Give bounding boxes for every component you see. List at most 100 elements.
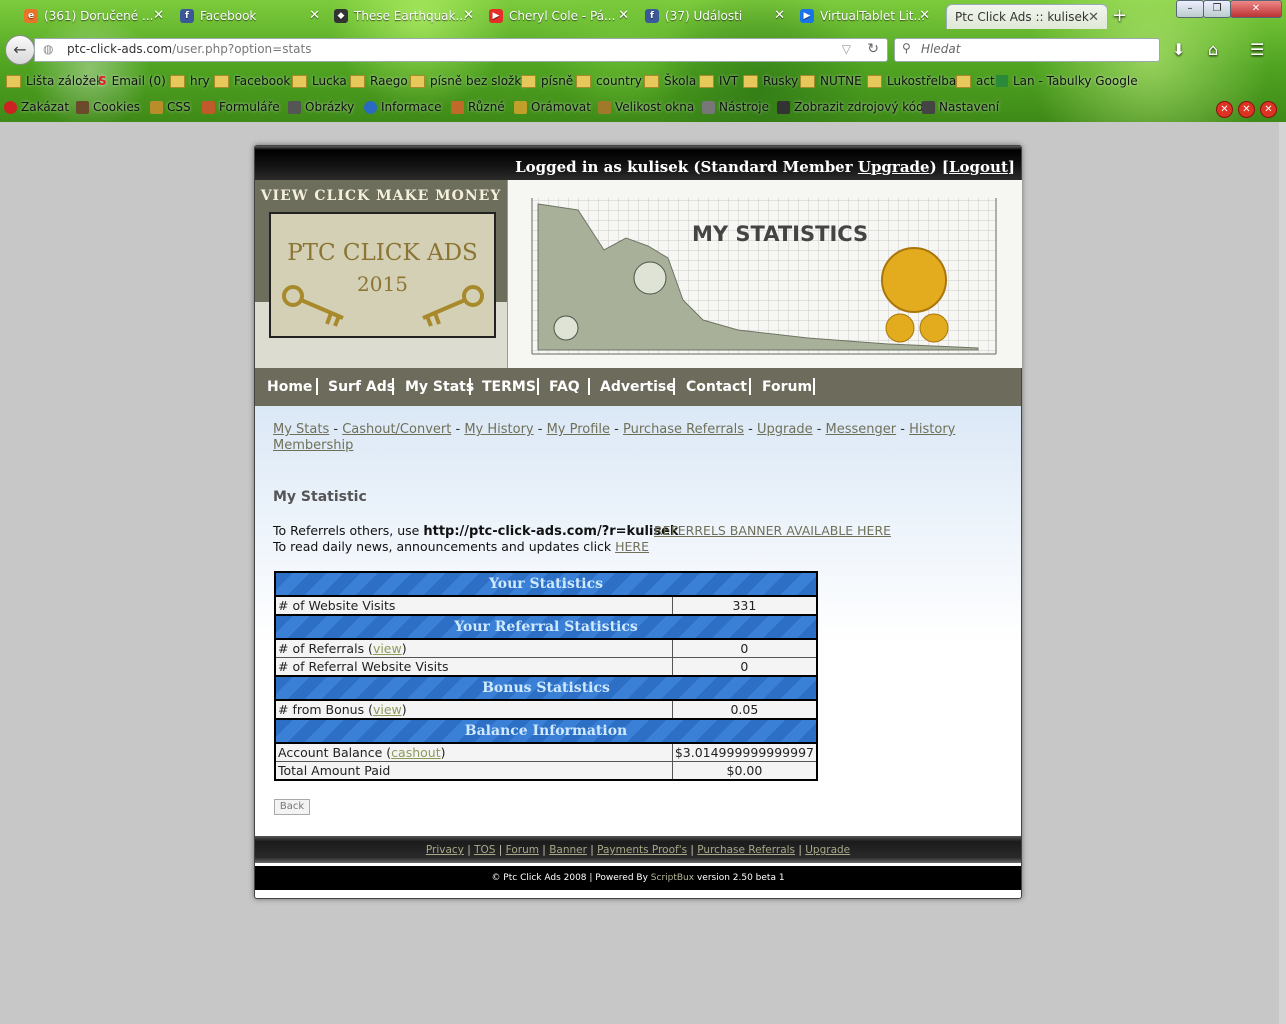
close-icon[interactable]: ✕ <box>774 8 785 23</box>
view-bonus-link[interactable]: view <box>373 702 402 717</box>
back-arrow-icon[interactable]: ← <box>5 35 35 65</box>
footer-forum-link[interactable]: Forum <box>506 844 539 856</box>
news-link[interactable]: HERE <box>615 539 649 554</box>
dev-menu-item[interactable]: Formuláře <box>202 100 280 114</box>
menu-forum[interactable]: Forum <box>762 379 812 395</box>
dev-menu-item[interactable]: Zakázat <box>4 100 69 114</box>
bookmark-item[interactable]: S Email (0) <box>98 74 166 88</box>
bookmark-item[interactable]: Facebook <box>214 74 290 88</box>
tab-events[interactable]: f (37) Události ✕ <box>645 3 785 29</box>
dev-menu-item[interactable]: Zobrazit zdrojový kód <box>777 100 924 114</box>
dev-menu-item[interactable]: Nastavení <box>922 100 999 114</box>
back-button[interactable]: Back <box>274 799 310 815</box>
dev-menu-item[interactable]: Obrázky <box>288 100 354 114</box>
logout-link[interactable]: Logout <box>949 158 1008 176</box>
menu-icon[interactable]: ☰ <box>1250 40 1264 59</box>
dev-menu-item[interactable]: Informace <box>364 100 441 114</box>
link-purchase-referrals[interactable]: Purchase Referrals <box>623 422 744 437</box>
close-icon[interactable]: ✕ <box>1088 10 1099 25</box>
menu-contact[interactable]: Contact <box>686 379 747 395</box>
bookmark-item[interactable]: Rusky <box>743 74 798 88</box>
close-icon[interactable]: ✕ <box>618 8 629 23</box>
link-my-stats[interactable]: My Stats <box>273 422 329 437</box>
close-icon[interactable]: ✕ <box>309 8 320 23</box>
reload-icon[interactable]: ↻ <box>867 41 879 57</box>
tab-virtualtablet[interactable]: ▶ VirtualTablet Lit... ✕ <box>800 3 930 29</box>
home-icon[interactable]: ⌂ <box>1208 40 1218 59</box>
bookmark-item[interactable]: act <box>956 74 995 88</box>
dev-menu-item[interactable]: CSS <box>150 100 191 114</box>
menu-advertise[interactable]: Advertise <box>600 379 676 395</box>
dropdown-arrow-icon[interactable]: ▽ <box>842 42 851 56</box>
scriptbux-link[interactable]: ScriptBux <box>651 873 694 883</box>
link-my-history[interactable]: My History <box>464 422 533 437</box>
dev-menu-item[interactable]: Různé <box>451 100 505 114</box>
error-icon[interactable]: ✕ <box>1238 101 1255 118</box>
link-history[interactable]: History <box>909 422 955 437</box>
bookmark-item[interactable]: NUTNE <box>800 74 862 88</box>
close-icon[interactable]: ✕ <box>463 8 474 23</box>
bookmark-item[interactable]: hry <box>170 74 210 88</box>
link-messenger[interactable]: Messenger <box>826 422 897 437</box>
tab-earthquakes[interactable]: ◆ These Earthquak... ✕ <box>334 3 474 29</box>
dev-menu-item[interactable]: Cookies <box>76 100 140 114</box>
bookmark-item[interactable]: Raego <box>350 74 408 88</box>
bookmark-item[interactable]: Lan - Tabulky Google <box>996 74 1138 88</box>
view-referrals-link[interactable]: view <box>373 641 402 656</box>
bookmark-item[interactable]: písně <box>521 74 573 88</box>
footer-banner-link[interactable]: Banner <box>549 844 587 856</box>
close-icon[interactable]: ✕ <box>919 8 930 23</box>
footer-upgrade-link[interactable]: Upgrade <box>805 844 850 856</box>
bookmark-item[interactable]: Lišta záložek <box>6 74 103 88</box>
bookmark-item[interactable]: Lukostřelba <box>867 74 956 88</box>
dev-menu-item[interactable]: Velikost okna <box>598 100 694 114</box>
tab-facebook[interactable]: f Facebook ✕ <box>180 3 320 29</box>
restore-icon[interactable]: ❐ <box>1203 0 1231 18</box>
facebook-icon: f <box>645 9 659 23</box>
section-header: Bonus Statistics <box>274 675 818 701</box>
search-icon: ⚲ <box>902 41 911 55</box>
error-icon[interactable]: ✕ <box>1216 101 1233 118</box>
bookmark-item[interactable]: Lucka <box>292 74 347 88</box>
cashout-link[interactable]: cashout <box>391 745 440 760</box>
bookmark-item[interactable]: Škola <box>644 74 696 88</box>
close-icon[interactable]: ✕ <box>153 8 164 23</box>
link-cashout-convert[interactable]: Cashout/Convert <box>342 422 451 437</box>
tab-youtube[interactable]: ▶ Cheryl Cole - Pá... ✕ <box>489 3 629 29</box>
menu-terms[interactable]: TERMS <box>482 379 536 395</box>
link-my-profile[interactable]: My Profile <box>547 422 610 437</box>
new-tab-icon[interactable]: + <box>1112 5 1127 26</box>
menu-home[interactable]: Home <box>267 379 312 395</box>
dev-menu-item[interactable]: Orámovat <box>514 100 591 114</box>
tab-ptc-click-ads[interactable]: Ptc Click Ads :: kulisek ✕ <box>946 4 1108 29</box>
link-upgrade[interactable]: Upgrade <box>757 422 813 437</box>
error-icon[interactable]: ✕ <box>1260 101 1277 118</box>
mail-icon: e <box>24 9 38 23</box>
bookmark-item[interactable]: písně bez složky <box>410 74 528 88</box>
menu-faq[interactable]: FAQ <box>549 379 580 395</box>
referral-banner-link[interactable]: REFERRELS BANNER AVAILABLE HERE <box>654 523 891 538</box>
site-logo[interactable]: VIEW CLICK MAKE MONEY PTC CLICK ADS 2015 <box>255 180 507 368</box>
footer-payments-link[interactable]: Payments Proof's <box>597 844 687 856</box>
tab-title: Ptc Click Ads :: kulisek <box>955 10 1089 24</box>
minimize-icon[interactable]: – <box>1176 0 1204 18</box>
folder-icon <box>867 74 882 88</box>
download-icon[interactable]: ⬇ <box>1172 40 1185 59</box>
menu-surf-ads[interactable]: Surf Ads <box>328 379 395 395</box>
tab-mail[interactable]: e (361) Doručené ... ✕ <box>24 3 164 29</box>
footer-privacy-link[interactable]: Privacy <box>426 844 464 856</box>
footer-tos-link[interactable]: TOS <box>474 844 495 856</box>
tab-title: Cheryl Cole - Pá... <box>509 9 616 23</box>
menu-my-stats[interactable]: My Stats <box>405 379 474 395</box>
bookmark-item[interactable]: IVT <box>699 74 738 88</box>
address-bar[interactable]: ◍ ptc-click-ads.com/user.php?option=stat… <box>34 38 888 62</box>
scrollbar[interactable] <box>1279 122 1286 1024</box>
folder-icon <box>350 74 365 88</box>
footer-purchase-referrals-link[interactable]: Purchase Referrals <box>697 844 795 856</box>
close-window-icon[interactable]: ✕ <box>1230 0 1282 18</box>
bookmark-item[interactable]: country <box>576 74 642 88</box>
upgrade-link[interactable]: Upgrade <box>858 158 930 176</box>
link-membership[interactable]: Membership <box>273 438 353 453</box>
search-input[interactable]: ⚲ Hledat <box>894 38 1160 62</box>
dev-menu-item[interactable]: Nástroje <box>702 100 769 114</box>
